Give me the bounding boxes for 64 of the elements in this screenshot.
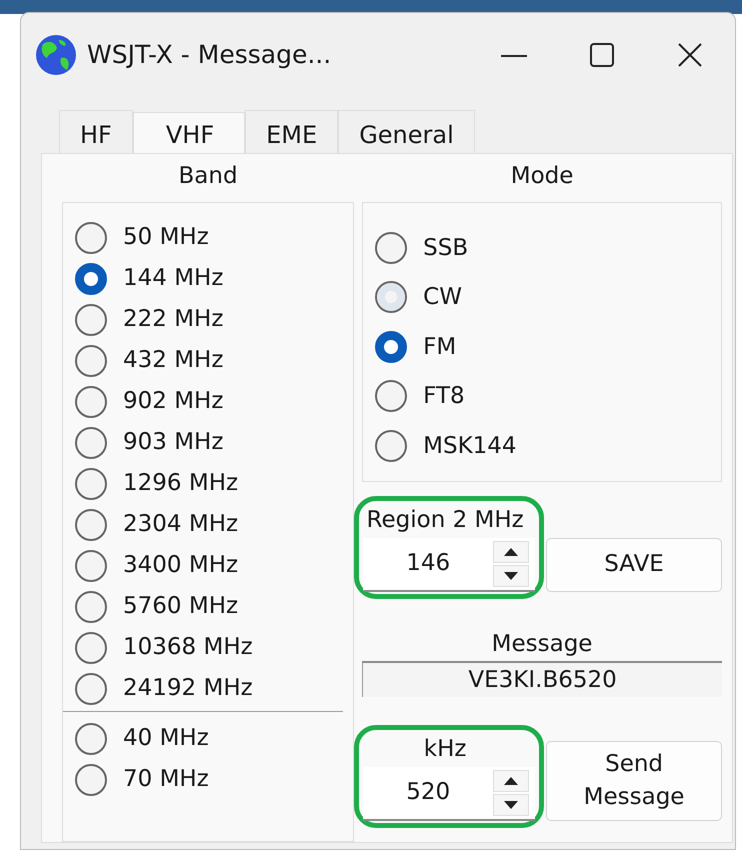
radio-button[interactable] — [75, 222, 107, 254]
radio-label: FM — [423, 332, 456, 362]
radio-label: 40 MHz — [123, 724, 209, 754]
radio-button[interactable] — [375, 330, 408, 363]
increment-button[interactable] — [493, 770, 530, 792]
action-button[interactable]: Send Message — [546, 740, 722, 820]
decrement-button[interactable] — [493, 794, 530, 816]
radio-label: 3400 MHz — [123, 551, 238, 580]
decrement-button[interactable] — [493, 564, 530, 586]
field-label: Region 2 MHz — [366, 507, 524, 533]
action-button[interactable]: SAVE — [546, 538, 722, 592]
field-label: Message — [492, 630, 592, 656]
radio-label: 5760 MHz — [123, 592, 238, 622]
field-label: kHz — [424, 736, 466, 762]
tab[interactable]: HF — [59, 110, 133, 153]
radio-button[interactable] — [75, 468, 107, 500]
down-arrow-icon — [503, 800, 520, 810]
radio-label: 222 MHz — [123, 305, 224, 334]
globe-icon — [35, 34, 77, 76]
radio-label: 903 MHz — [123, 428, 224, 458]
radio-label: 144 MHz — [123, 264, 224, 294]
radio-label: 10368 MHz — [123, 633, 253, 662]
radio-label: 70 MHz — [123, 765, 209, 794]
radio-button[interactable] — [375, 281, 408, 314]
message-field: VE3KI.B6520 — [362, 661, 722, 697]
radio-label: 1296 MHz — [123, 469, 238, 498]
window-title: WSJT-X - Message... — [87, 39, 332, 72]
radio-button[interactable] — [75, 550, 107, 582]
down-arrow-icon — [503, 570, 520, 580]
up-arrow-icon — [503, 776, 520, 786]
spin-box[interactable]: 520 — [363, 766, 536, 820]
maximize-button[interactable] — [588, 41, 616, 70]
tab[interactable]: General — [338, 110, 475, 153]
tab[interactable]: EME — [245, 110, 338, 153]
radio-button[interactable] — [75, 262, 107, 294]
radio-button[interactable] — [375, 430, 408, 462]
group-title: Mode — [510, 162, 574, 191]
radio-label: SSB — [423, 234, 468, 262]
radio-button[interactable] — [75, 632, 107, 664]
spin-box[interactable]: 146 — [363, 538, 536, 592]
radio-button[interactable] — [75, 764, 107, 796]
radio-label: 2304 MHz — [123, 510, 238, 540]
radio-button[interactable] — [375, 232, 408, 264]
radio-button[interactable] — [75, 386, 107, 418]
radio-button[interactable] — [75, 304, 107, 336]
increment-button[interactable] — [493, 540, 530, 562]
radio-button[interactable] — [75, 426, 107, 458]
tab[interactable]: VHF — [132, 112, 246, 153]
radio-label: MSK144 — [423, 432, 517, 460]
up-arrow-icon — [503, 546, 520, 556]
radio-label: CW — [423, 283, 462, 312]
radio-button[interactable] — [75, 508, 107, 540]
radio-button[interactable] — [75, 344, 107, 376]
radio-button[interactable] — [375, 380, 408, 412]
radio-label: 24192 MHz — [123, 674, 253, 704]
radio-label: FT8 — [423, 382, 465, 411]
radio-button[interactable] — [75, 672, 107, 704]
group-title: Band — [178, 162, 239, 191]
radio-label: 50 MHz — [123, 223, 209, 252]
radio-label: 902 MHz — [123, 387, 224, 416]
radio-button[interactable] — [75, 590, 107, 622]
radio-button[interactable] — [75, 722, 107, 754]
close-button[interactable] — [676, 41, 704, 70]
radio-label: 432 MHz — [123, 346, 224, 376]
